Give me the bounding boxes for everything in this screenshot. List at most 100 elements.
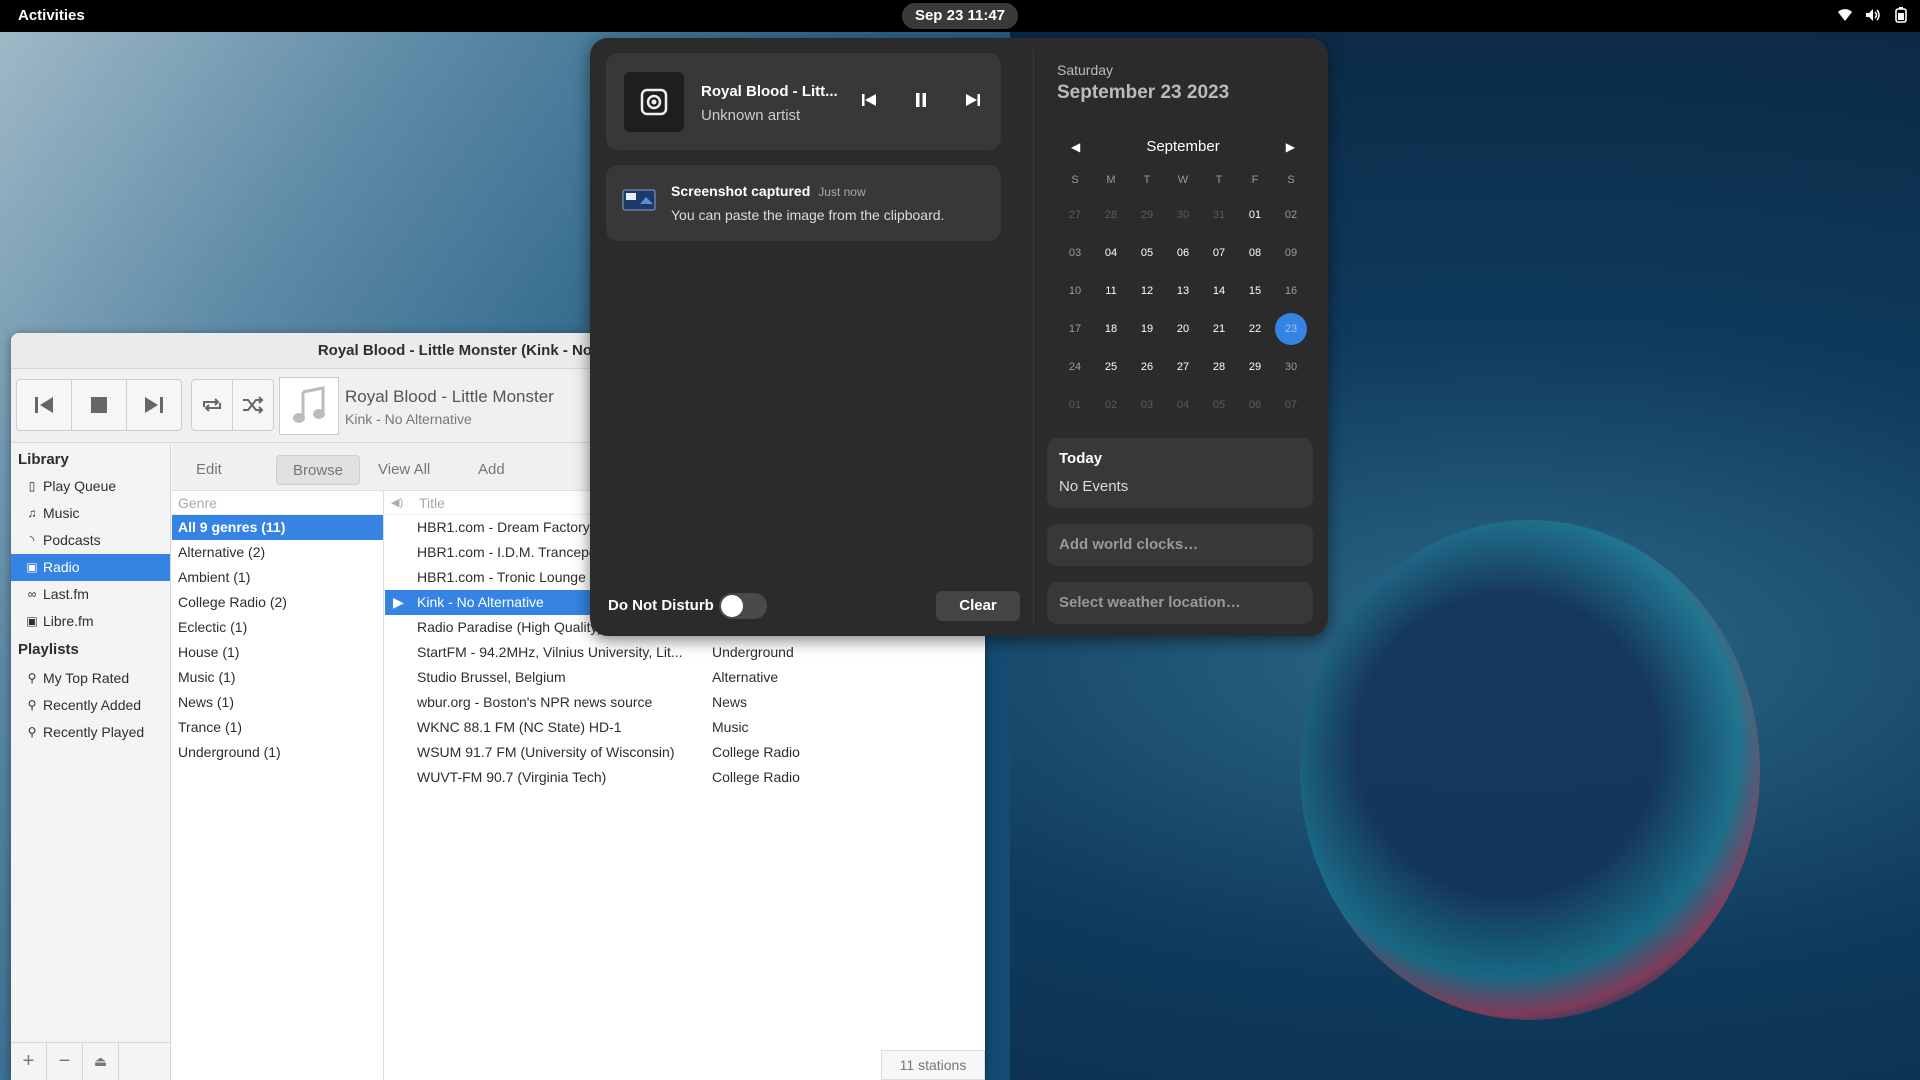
genre-row[interactable]: College Radio (2) xyxy=(172,590,383,615)
calendar-day[interactable]: 19 xyxy=(1129,313,1165,345)
genre-row[interactable]: Ambient (1) xyxy=(172,565,383,590)
calendar-day[interactable]: 30 xyxy=(1165,199,1201,231)
wifi-icon[interactable] xyxy=(1836,6,1854,24)
table-row[interactable]: wbur.org - Boston's NPR news source News xyxy=(385,690,985,715)
edit-button[interactable]: Edit xyxy=(180,455,238,485)
calendar-day[interactable]: 01 xyxy=(1057,389,1093,421)
genre-column-header[interactable]: Genre xyxy=(172,491,383,515)
calendar-day[interactable]: 27 xyxy=(1165,351,1201,383)
genre-row[interactable]: Alternative (2) xyxy=(172,540,383,565)
sidebar-item-my-top-rated[interactable]: ⚲ My Top Rated xyxy=(11,665,170,692)
notification-card[interactable]: Screenshot captured Just now You can past… xyxy=(606,165,1001,241)
genre-row[interactable]: Music (1) xyxy=(172,665,383,690)
calendar-day[interactable]: 03 xyxy=(1057,237,1093,269)
stop-button[interactable] xyxy=(71,379,127,431)
clear-button[interactable]: Clear xyxy=(936,591,1020,621)
media-player-card[interactable]: Royal Blood - Litt... Unknown artist xyxy=(606,53,1001,150)
calendar-day[interactable]: 06 xyxy=(1237,389,1273,421)
table-row[interactable]: WUVT-FM 90.7 (Virginia Tech) College Radi… xyxy=(385,765,985,790)
genre-row[interactable]: House (1) xyxy=(172,640,383,665)
genre-row[interactable]: Underground (1) xyxy=(172,740,383,765)
sidebar-item-librefm[interactable]: ▣ Libre.fm xyxy=(11,608,170,635)
volume-icon[interactable] xyxy=(1864,6,1882,24)
calendar-day[interactable]: 05 xyxy=(1201,389,1237,421)
full-date-label[interactable]: September 23 2023 xyxy=(1057,82,1229,104)
sidebar-item-recently-added[interactable]: ⚲ Recently Added xyxy=(11,692,170,719)
repeat-button[interactable] xyxy=(191,379,233,431)
calendar-day[interactable]: 31 xyxy=(1201,199,1237,231)
remove-icon[interactable]: − xyxy=(47,1043,83,1080)
calendar-day[interactable]: 22 xyxy=(1237,313,1273,345)
table-row[interactable]: StartFM - 94.2MHz, Vilnius University, L… xyxy=(385,640,985,665)
sidebar-item-lastfm[interactable]: ∞ Last.fm xyxy=(11,581,170,608)
today-events-card[interactable]: Today No Events xyxy=(1047,438,1313,508)
table-row[interactable]: WKNC 88.1 FM (NC State) HD-1 Music xyxy=(385,715,985,740)
calendar-day[interactable]: 26 xyxy=(1129,351,1165,383)
station-title: wbur.org - Boston's NPR news source xyxy=(417,694,653,710)
world-clocks-button[interactable]: Add world clocks… xyxy=(1047,524,1313,566)
calendar-day[interactable]: 17 xyxy=(1057,313,1093,345)
calendar-day[interactable]: 28 xyxy=(1201,351,1237,383)
weather-location-button[interactable]: Select weather location… xyxy=(1047,582,1313,624)
genre-row[interactable]: Eclectic (1) xyxy=(172,615,383,640)
calendar-day[interactable]: 04 xyxy=(1093,237,1129,269)
calendar-day[interactable]: 20 xyxy=(1165,313,1201,345)
system-tray[interactable] xyxy=(1836,6,1910,24)
view-all-button[interactable]: View All xyxy=(362,455,446,485)
clock-button[interactable]: Sep 23 11:47 xyxy=(902,3,1018,29)
genre-row[interactable]: News (1) xyxy=(172,690,383,715)
calendar-day[interactable]: 10 xyxy=(1057,275,1093,307)
calendar-day-today[interactable]: 23 xyxy=(1275,313,1307,345)
sidebar-item-radio[interactable]: ▣ Radio xyxy=(11,554,170,581)
calendar-day[interactable]: 25 xyxy=(1093,351,1129,383)
calendar-day[interactable]: 09 xyxy=(1273,237,1309,269)
calendar-day[interactable]: 14 xyxy=(1201,275,1237,307)
calendar-day[interactable]: 08 xyxy=(1237,237,1273,269)
calendar-day[interactable]: 06 xyxy=(1165,237,1201,269)
previous-button[interactable] xyxy=(16,379,72,431)
sidebar-item-podcasts[interactable]: ◝ Podcasts xyxy=(11,527,170,554)
calendar-day[interactable]: 18 xyxy=(1093,313,1129,345)
calendar-day[interactable]: 29 xyxy=(1237,351,1273,383)
browse-button[interactable]: Browse xyxy=(276,455,361,485)
calendar-day[interactable]: 02 xyxy=(1273,199,1309,231)
calendar-day[interactable]: 07 xyxy=(1273,389,1309,421)
activities-button[interactable]: Activities xyxy=(18,7,85,24)
previous-track-icon[interactable] xyxy=(858,89,880,111)
calendar-day[interactable]: 07 xyxy=(1201,237,1237,269)
pause-icon[interactable] xyxy=(910,89,932,111)
table-row[interactable]: Studio Brussel, Belgium Alternative xyxy=(385,665,985,690)
calendar-day[interactable]: 27 xyxy=(1057,199,1093,231)
calendar-day[interactable]: 12 xyxy=(1129,275,1165,307)
next-button[interactable] xyxy=(126,379,182,431)
sidebar-item-play-queue[interactable]: ▯ Play Queue xyxy=(11,473,170,500)
eject-icon[interactable]: ⏏ xyxy=(83,1043,119,1080)
sidebar-item-recently-played[interactable]: ⚲ Recently Played xyxy=(11,719,170,746)
chevron-right-icon[interactable]: ▶ xyxy=(1286,140,1295,154)
table-row[interactable]: WSUM 91.7 FM (University of Wisconsin) Co… xyxy=(385,740,985,765)
calendar-day[interactable]: 29 xyxy=(1129,199,1165,231)
calendar-day[interactable]: 01 xyxy=(1237,199,1273,231)
do-not-disturb-toggle[interactable] xyxy=(719,593,767,619)
genre-row[interactable]: All 9 genres (11) xyxy=(172,515,383,540)
calendar-day[interactable]: 21 xyxy=(1201,313,1237,345)
calendar-day[interactable]: 11 xyxy=(1093,275,1129,307)
genre-row[interactable]: Trance (1) xyxy=(172,715,383,740)
calendar-day[interactable]: 16 xyxy=(1273,275,1309,307)
calendar-day[interactable]: 28 xyxy=(1093,199,1129,231)
calendar-day[interactable]: 15 xyxy=(1237,275,1273,307)
shuffle-button[interactable] xyxy=(232,379,274,431)
library-header: Library xyxy=(18,451,69,468)
calendar-day[interactable]: 30 xyxy=(1273,351,1309,383)
calendar-day[interactable]: 04 xyxy=(1165,389,1201,421)
calendar-day[interactable]: 02 xyxy=(1093,389,1129,421)
battery-icon[interactable] xyxy=(1892,6,1910,24)
calendar-day[interactable]: 03 xyxy=(1129,389,1165,421)
add-button[interactable]: Add xyxy=(462,455,521,485)
calendar-day[interactable]: 24 xyxy=(1057,351,1093,383)
add-icon[interactable]: + xyxy=(11,1043,47,1080)
sidebar-item-music[interactable]: ♫ Music xyxy=(11,500,170,527)
next-track-icon[interactable] xyxy=(962,89,984,111)
calendar-day[interactable]: 13 xyxy=(1165,275,1201,307)
calendar-day[interactable]: 05 xyxy=(1129,237,1165,269)
